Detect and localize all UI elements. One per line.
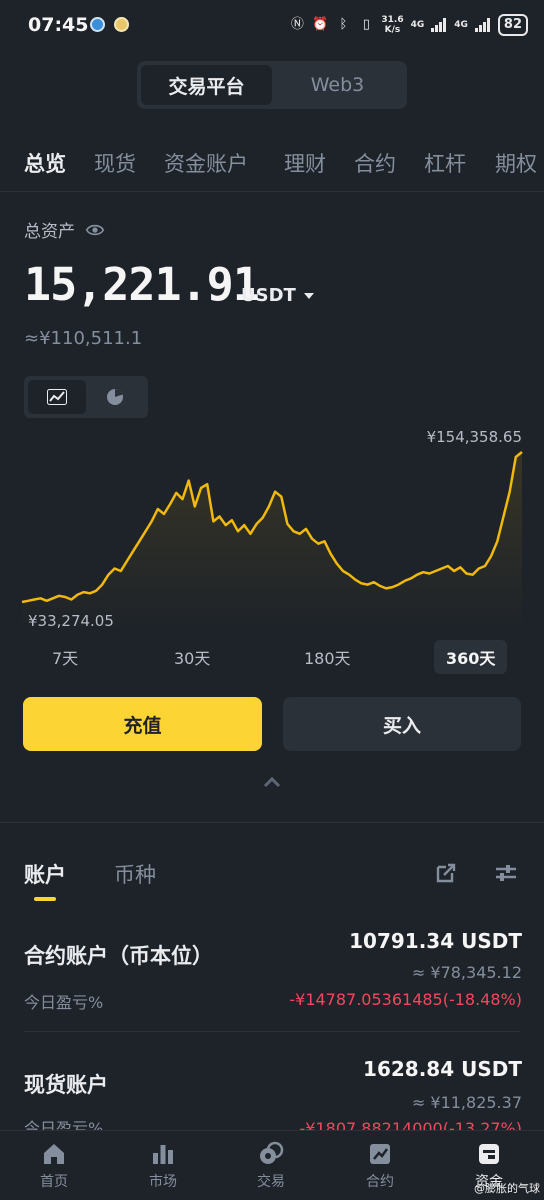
account-cny: ≈ ¥11,825.37	[411, 1093, 522, 1112]
account-name: 合约账户（币本位）	[24, 944, 213, 968]
edit-icon[interactable]	[434, 861, 458, 885]
home-icon	[44, 1144, 64, 1164]
pie-chart-icon	[107, 389, 123, 405]
bluetooth-icon: ᛒ	[339, 17, 348, 32]
nav-home-label: 首页	[40, 1174, 68, 1190]
chart-max-label: ¥154,358.65	[426, 428, 522, 446]
wallet-tabs: 总览 现货 资金账户 理财 合约 杠杆 期权	[0, 140, 544, 192]
status-time: 07:45	[28, 14, 89, 36]
deposit-button[interactable]: 充值	[23, 697, 262, 751]
signal-icon	[474, 18, 490, 32]
nav-market[interactable]: 市场	[123, 1141, 203, 1191]
futures-icon	[370, 1144, 390, 1164]
tab-futures[interactable]: 合约	[354, 148, 396, 178]
total-assets-value: 15,221.91	[24, 258, 260, 311]
section-divider	[0, 822, 544, 823]
segment-exchange[interactable]: 交易平台	[141, 65, 272, 105]
range-360d[interactable]: 360天	[434, 640, 508, 674]
line-chart-toggle[interactable]	[28, 380, 86, 414]
status-bar: 07:45 Ⓝ ⏰ ᛒ ▯ 31.6 K/s 4G 4G 82	[0, 0, 544, 52]
nav-trade[interactable]: 交易	[231, 1141, 311, 1191]
line-chart-icon	[47, 389, 67, 405]
status-icons: Ⓝ ⏰ ᛒ ▯ 31.6 K/s 4G 4G 82	[289, 14, 528, 36]
tab-coins[interactable]: 币种	[114, 859, 156, 889]
asset-chart	[0, 420, 544, 640]
account-amount: 1628.84 USDT	[363, 1057, 522, 1081]
battery-indicator: 82	[497, 14, 528, 36]
app-notification-icon	[114, 17, 129, 32]
account-cny: ≈ ¥78,345.12	[411, 963, 522, 982]
nav-trade-label: 交易	[257, 1174, 285, 1190]
total-assets-text: 总资产	[24, 222, 75, 242]
app-notification-icon	[90, 17, 105, 32]
tab-options[interactable]: 期权	[495, 148, 537, 178]
alarm-icon: ⏰	[312, 17, 329, 32]
signal-icon	[431, 18, 447, 32]
asset-line-chart	[21, 451, 523, 630]
tab-margin[interactable]: 杠杆	[424, 148, 466, 178]
buy-button[interactable]: 买入	[283, 697, 521, 751]
tab-overview[interactable]: 总览	[24, 148, 66, 178]
network-type-2: 4G	[454, 20, 468, 30]
segment-web3[interactable]: Web3	[272, 65, 403, 105]
network-type-1: 4G	[410, 20, 425, 30]
total-assets-cny: ≈¥110,511.1	[24, 328, 143, 349]
unit-label: USDT	[241, 285, 296, 306]
account-tabs: 账户 币种	[0, 855, 544, 905]
account-pnl: -¥14787.05361485(-18.48%)	[289, 990, 522, 1009]
market-icon	[153, 1145, 173, 1164]
nfc-icon: Ⓝ	[290, 17, 304, 32]
watermark: @膨胀的气球	[474, 1182, 540, 1195]
eye-icon[interactable]	[85, 220, 105, 240]
account-pnl-label: 今日盈亏%	[24, 993, 104, 1012]
tab-funding[interactable]: 资金账户	[164, 148, 248, 178]
account-name: 现货账户	[24, 1073, 108, 1097]
range-30d[interactable]: 30天	[162, 640, 222, 674]
vibrate-icon: ▯	[362, 17, 370, 32]
chart-min-label: ¥33,274.05	[28, 612, 114, 630]
tab-accounts[interactable]: 账户	[24, 859, 66, 889]
nav-home[interactable]: 首页	[14, 1141, 94, 1191]
range-180d[interactable]: 180天	[292, 640, 363, 674]
total-assets-label: 总资产	[24, 217, 105, 242]
active-tab-indicator	[34, 897, 56, 901]
nav-futures-label: 合约	[366, 1174, 394, 1190]
time-range-selector: 7天 30天 180天 360天	[0, 640, 544, 676]
tab-spot[interactable]: 现货	[94, 148, 136, 178]
bottom-nav: 首页 市场 交易 合约 资金	[0, 1130, 544, 1200]
pie-chart-toggle[interactable]	[86, 380, 144, 414]
row-divider	[24, 1031, 520, 1032]
filter-settings-icon[interactable]	[494, 861, 518, 885]
chevron-up-icon[interactable]	[262, 775, 282, 789]
platform-switch: 交易平台 Web3	[137, 61, 407, 109]
nav-market-label: 市场	[149, 1174, 177, 1190]
wallet-icon	[479, 1144, 499, 1164]
nav-futures[interactable]: 合约	[340, 1141, 420, 1191]
trade-icon	[260, 1141, 284, 1164]
chart-type-toggle	[24, 376, 148, 418]
range-7d[interactable]: 7天	[40, 640, 90, 674]
unit-selector[interactable]: USDT	[241, 285, 314, 306]
chart-area-fill	[22, 452, 522, 630]
caret-down-icon	[303, 292, 314, 299]
tab-earn[interactable]: 理财	[284, 148, 326, 178]
network-speed: 31.6 K/s	[381, 15, 404, 35]
account-amount: 10791.34 USDT	[349, 929, 522, 953]
